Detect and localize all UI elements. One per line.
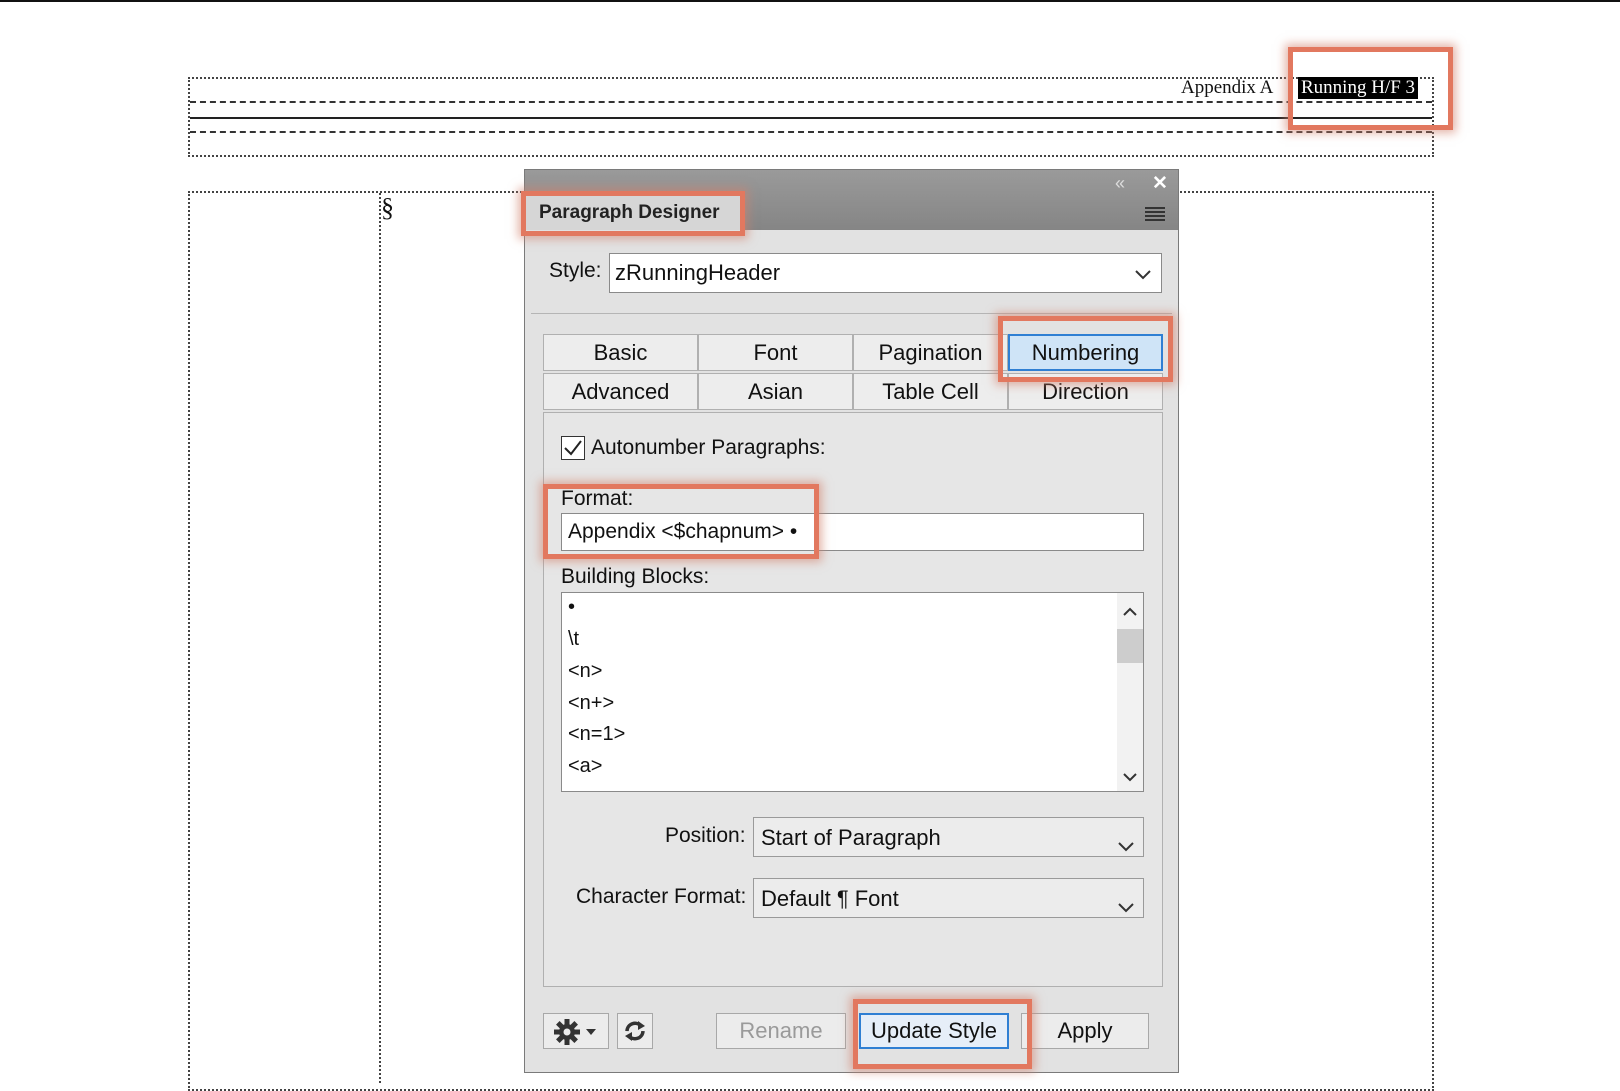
list-scrollbar[interactable] <box>1117 593 1143 791</box>
building-blocks-list[interactable]: • \t <n> <n+> <n=1> <a> <box>561 592 1144 792</box>
format-label: Format: <box>561 487 634 510</box>
panel-titlebar: « ✕ Paragraph Designer <box>525 170 1178 230</box>
gear-icon <box>554 1019 596 1045</box>
tab-font[interactable]: Font <box>698 334 853 371</box>
header-dashed-line-1 <box>190 101 1432 103</box>
scroll-up-icon[interactable] <box>1123 603 1137 621</box>
tab-font-label: Font <box>753 340 798 365</box>
char-format-label: Character Format: <box>576 885 747 908</box>
style-label: Style: <box>549 259 602 282</box>
list-item[interactable]: <a> <box>568 755 602 778</box>
tab-numbering[interactable]: Numbering <box>1008 334 1163 371</box>
header-static-text: Appendix A <box>1181 77 1274 98</box>
body-inner-frame-edge <box>379 193 381 1083</box>
tab-direction[interactable]: Direction <box>1008 373 1163 410</box>
checkmark-icon <box>564 440 582 456</box>
style-divider <box>531 313 1172 314</box>
style-select[interactable]: zRunningHeader <box>609 253 1162 293</box>
char-format-select-value: Default ¶ Font <box>761 886 899 911</box>
scroll-down-icon[interactable] <box>1123 769 1137 787</box>
tab-pagination[interactable]: Pagination <box>853 334 1008 371</box>
position-select[interactable]: Start of Paragraph <box>753 817 1144 857</box>
tab-basic-label: Basic <box>593 340 648 365</box>
close-icon[interactable]: ✕ <box>1152 172 1168 195</box>
settings-menu-button[interactable] <box>543 1013 609 1049</box>
collapse-icon[interactable]: « <box>1115 173 1125 194</box>
list-item[interactable]: <n=1> <box>568 723 625 746</box>
refresh-button[interactable] <box>617 1013 653 1049</box>
format-input-value: Appendix <$chapnum> • <box>568 520 798 543</box>
panel-menu-icon[interactable] <box>1145 207 1165 221</box>
panel-tab: Paragraph Designer <box>525 196 745 230</box>
list-item[interactable]: <n+> <box>568 692 614 715</box>
char-format-select[interactable]: Default ¶ Font <box>753 878 1144 918</box>
style-select-value: zRunningHeader <box>615 260 781 285</box>
apply-button[interactable]: Apply <box>1021 1013 1149 1049</box>
scroll-thumb[interactable] <box>1117 629 1143 663</box>
refresh-icon <box>625 1021 645 1041</box>
tab-asian[interactable]: Asian <box>698 373 853 410</box>
paragraph-designer-panel: « ✕ Paragraph Designer Style: zRunningHe… <box>524 169 1179 1073</box>
tab-basic[interactable]: Basic <box>543 334 698 371</box>
list-item[interactable]: \t <box>568 628 579 651</box>
tab-direction-label: Direction <box>1042 379 1129 404</box>
tab-advanced-label: Advanced <box>571 379 670 404</box>
rename-button[interactable]: Rename <box>716 1013 846 1049</box>
tab-table-cell-label: Table Cell <box>882 379 979 404</box>
format-input[interactable]: Appendix <$chapnum> • <box>561 513 1144 551</box>
header-variable-text[interactable]: Running H/F 3 <box>1295 75 1421 101</box>
list-item[interactable]: <n> <box>568 660 602 683</box>
position-label: Position: <box>665 824 746 847</box>
tab-asian-label: Asian <box>747 379 804 404</box>
position-select-value: Start of Paragraph <box>761 825 941 850</box>
autonumber-label: Autonumber Paragraphs: <box>591 436 826 459</box>
header-dashed-line-2 <box>190 131 1432 133</box>
autonumber-checkbox[interactable] <box>561 436 585 460</box>
tab-numbering-label: Numbering <box>1031 340 1140 365</box>
header-rule <box>190 117 1432 119</box>
panel-title: Paragraph Designer <box>539 202 720 223</box>
chevron-down-icon <box>1135 267 1151 285</box>
tab-advanced[interactable]: Advanced <box>543 373 698 410</box>
chevron-down-icon <box>1118 893 1134 919</box>
chevron-down-icon <box>1118 832 1134 858</box>
building-blocks-label: Building Blocks: <box>561 565 710 588</box>
list-item[interactable]: • <box>568 596 575 619</box>
update-style-button[interactable]: Update Style <box>859 1013 1009 1049</box>
top-border <box>0 0 1620 2</box>
tab-table-cell[interactable]: Table Cell <box>853 373 1008 410</box>
section-mark: § <box>381 193 394 222</box>
tab-pagination-label: Pagination <box>878 340 983 365</box>
